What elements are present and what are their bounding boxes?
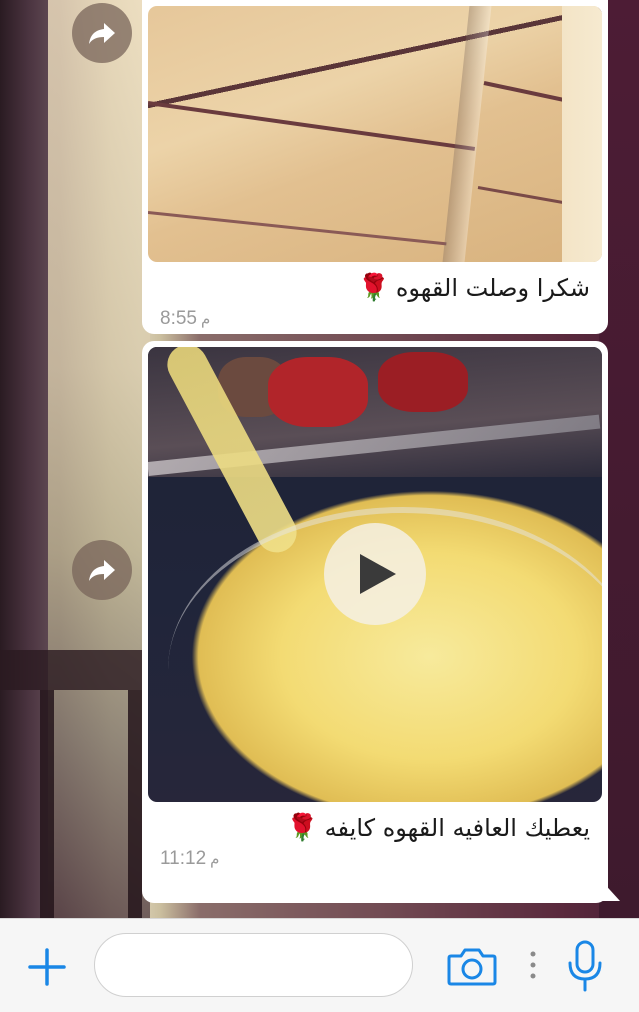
forward-icon (89, 23, 115, 44)
microphone-icon[interactable] (566, 939, 604, 993)
caption-text: يعطيك العافيه القهوه كايفه (324, 814, 590, 842)
photo-attachment[interactable] (148, 6, 602, 262)
message-caption: يعطيك العافيه القهوه كايفه 🌹 (148, 802, 602, 846)
message-input[interactable] (94, 933, 413, 997)
wallpaper-chair (0, 650, 150, 690)
camera-icon[interactable] (446, 944, 498, 988)
forward-button[interactable] (72, 3, 132, 63)
more-dots-icon[interactable] (529, 950, 537, 980)
rose-emoji: 🌹 (357, 273, 390, 303)
play-button[interactable] (324, 523, 426, 625)
play-icon (360, 554, 396, 594)
message-bubble[interactable]: شكرا وصلت القهوه 🌹 8:55 م (142, 0, 608, 334)
plus-icon[interactable] (27, 947, 67, 987)
time-text: 11:12 (160, 848, 207, 869)
wallpaper-chair-leg (128, 690, 142, 918)
video-attachment[interactable] (148, 347, 602, 802)
wallpaper-chair-leg (40, 690, 54, 918)
forward-icon (89, 560, 115, 581)
message-time: 11:12 م (148, 846, 602, 876)
message-caption: شكرا وصلت القهوه 🌹 (148, 262, 602, 306)
forward-button[interactable] (72, 540, 132, 600)
time-suffix: م (210, 851, 220, 868)
caption-text: شكرا وصلت القهوه (395, 274, 590, 302)
message-bubble[interactable]: يعطيك العافيه القهوه كايفه 🌹 11:12 م (142, 341, 620, 903)
message-time: 8:55 م (148, 306, 602, 336)
time-text: 8:55 (160, 308, 197, 329)
rose-emoji: 🌹 (286, 813, 319, 843)
time-suffix: م (200, 311, 211, 328)
